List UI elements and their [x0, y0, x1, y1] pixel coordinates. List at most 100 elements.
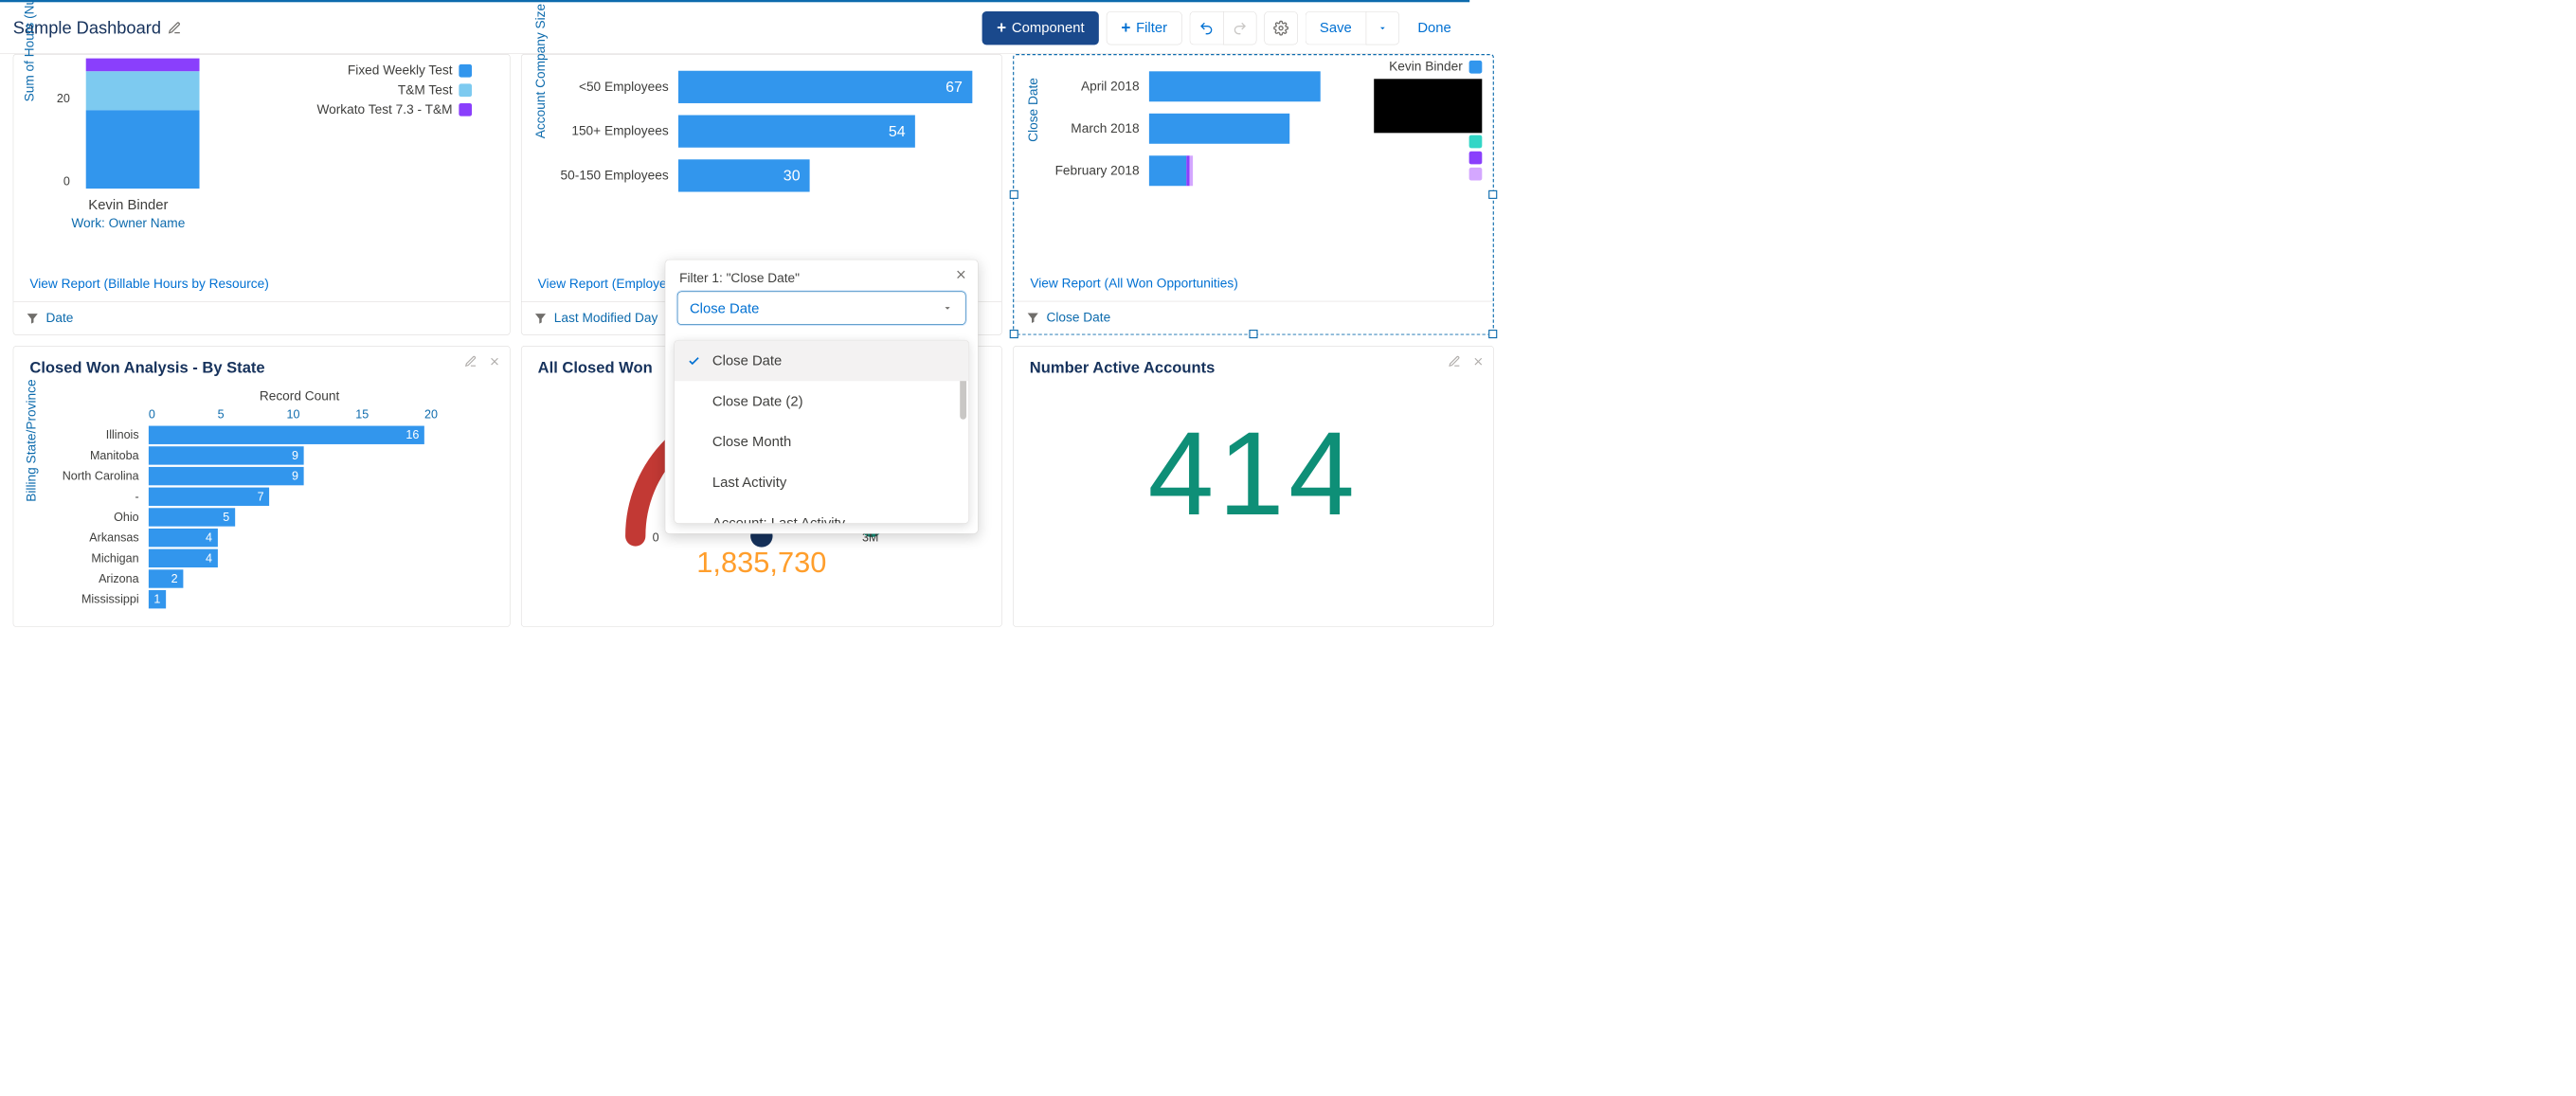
- bar-label: Mississippi: [41, 592, 149, 606]
- resize-handle-br[interactable]: [1488, 330, 1497, 338]
- filter-label[interactable]: Date: [45, 311, 73, 326]
- bar-row: February 2018: [1046, 155, 1336, 186]
- edit-icon[interactable]: [1448, 355, 1461, 368]
- filter-field-combobox[interactable]: Close Date: [677, 291, 966, 324]
- bar-fill: [1149, 71, 1321, 101]
- topbar: Sample Dashboard + Component + Filter Sa…: [0, 0, 1469, 54]
- bar-fill: 4: [149, 529, 218, 547]
- metric-value: 414: [1030, 389, 1477, 542]
- resize-handle-left[interactable]: [1010, 190, 1018, 199]
- save-button[interactable]: Save: [1306, 11, 1366, 45]
- menu-item[interactable]: Account: Last Activity: [675, 503, 968, 524]
- bar-row: Manitoba9: [41, 446, 494, 464]
- close-icon[interactable]: [954, 267, 968, 281]
- funnel-icon: [533, 312, 548, 326]
- bar-fill: 1: [149, 590, 166, 608]
- bar-seg-tm: [86, 71, 200, 110]
- resize-handle-bottom[interactable]: [1249, 330, 1257, 338]
- y-axis-label: Sum of Hours (Numb: [22, 0, 37, 101]
- menu-item[interactable]: Close Month: [675, 422, 968, 462]
- bar-row: Arkansas4: [41, 529, 494, 547]
- legend-swatch: [459, 64, 472, 78]
- save-dropdown-button[interactable]: [1366, 11, 1399, 45]
- bar-fill: 2: [149, 569, 183, 587]
- bar-row: Ohio5: [41, 508, 494, 526]
- x-axis-title: Work: Owner Name: [29, 216, 199, 231]
- bar-fill: 54: [678, 116, 915, 148]
- stacked-bar: [86, 59, 200, 189]
- bar-fill: 67: [678, 71, 972, 103]
- card-active-accounts[interactable]: Number Active Accounts 414: [1013, 346, 1494, 627]
- bar-label: -: [41, 490, 149, 504]
- bar-fill: [1149, 155, 1186, 186]
- menu-item[interactable]: Last Activity: [675, 462, 968, 503]
- add-filter-label: Filter: [1136, 20, 1167, 37]
- bar-label: 150+ Employees: [554, 124, 678, 139]
- y-tick: 0: [63, 174, 70, 189]
- toolbar: + Component + Filter Save Done: [982, 11, 1457, 45]
- bar-fill: 5: [149, 508, 235, 526]
- menu-item[interactable]: Close Date: [675, 340, 968, 381]
- menu-item-label: Close Date: [712, 352, 782, 368]
- bar-fill: 4: [149, 549, 218, 567]
- card-title: Number Active Accounts: [1014, 347, 1494, 386]
- x-ticks: 0 5 10 15 20: [41, 407, 494, 422]
- add-filter-button[interactable]: + Filter: [1107, 11, 1181, 45]
- card-won-opportunities[interactable]: Close Date April 2018March 2018February …: [1013, 54, 1494, 335]
- view-report-link[interactable]: View Report (Billable Hours by Resource): [13, 267, 510, 302]
- close-icon[interactable]: [1471, 355, 1485, 368]
- bar-seg-workato: [86, 59, 200, 72]
- x-axis-title: Record Count: [41, 389, 494, 404]
- bar-row: Mississippi1: [41, 590, 494, 608]
- close-icon[interactable]: [488, 355, 501, 368]
- edit-title-icon[interactable]: [168, 21, 182, 35]
- bar-label: Arizona: [41, 572, 149, 586]
- y-tick: 20: [57, 91, 70, 105]
- edit-icon[interactable]: [464, 355, 477, 368]
- bar-label: February 2018: [1046, 163, 1148, 178]
- card-closed-won-state[interactable]: Closed Won Analysis - By State Billing S…: [13, 346, 511, 627]
- redacted-box: [1374, 79, 1482, 133]
- add-component-button[interactable]: + Component: [982, 11, 1099, 45]
- menu-item-label: Account: Last Activity: [712, 514, 845, 524]
- undo-button[interactable]: [1189, 11, 1222, 45]
- legend-swatch: [1469, 135, 1483, 149]
- bar-label: 50-150 Employees: [554, 168, 678, 183]
- legend-swatch: [1469, 61, 1483, 74]
- card-billable-hours[interactable]: Sum of Hours (Numb 20 0 Kevi: [13, 54, 511, 335]
- redo-button[interactable]: [1223, 11, 1256, 45]
- settings-button[interactable]: [1264, 11, 1297, 45]
- legend-label: Kevin Binder: [1389, 60, 1463, 75]
- resize-handle-bl[interactable]: [1010, 330, 1018, 338]
- bar-label: Manitoba: [41, 449, 149, 463]
- y-axis-label: Account Company Size: [533, 4, 549, 138]
- bar-label: Illinois: [41, 428, 149, 442]
- resize-handle-right[interactable]: [1488, 190, 1497, 199]
- filter-label[interactable]: Close Date: [1046, 310, 1110, 325]
- bar-row: -7: [41, 488, 494, 506]
- bar-row: Michigan4: [41, 549, 494, 567]
- bar-fill: [1149, 114, 1289, 144]
- filter-label[interactable]: Last Modified Day: [554, 311, 658, 326]
- bar-label: <50 Employees: [554, 80, 678, 95]
- bar-fill: 9: [149, 467, 304, 485]
- view-report-link[interactable]: View Report (All Won Opportunities): [1014, 266, 1492, 301]
- y-axis-label: Billing State/Province: [25, 379, 40, 501]
- save-label: Save: [1320, 20, 1352, 37]
- bar-label: April 2018: [1046, 79, 1148, 94]
- bar-fill: 7: [149, 488, 269, 506]
- gauge-tick-left: 0: [653, 530, 659, 545]
- bar-row: 150+ Employees54: [554, 116, 985, 148]
- bar-row: North Carolina9: [41, 467, 494, 485]
- bar-row: Arizona2: [41, 569, 494, 587]
- bar-label: Arkansas: [41, 530, 149, 545]
- legend: Fixed Weekly Test T&M Test Workato Test …: [316, 59, 493, 262]
- plus-icon: +: [1121, 20, 1130, 36]
- bar-label: North Carolina: [41, 469, 149, 483]
- legend-swatch: [459, 103, 472, 117]
- bar-fill: 16: [149, 426, 424, 444]
- legend-label: Fixed Weekly Test: [348, 63, 453, 79]
- done-link[interactable]: Done: [1407, 20, 1457, 37]
- menu-item[interactable]: Close Date (2): [675, 381, 968, 422]
- bar-label: Michigan: [41, 551, 149, 566]
